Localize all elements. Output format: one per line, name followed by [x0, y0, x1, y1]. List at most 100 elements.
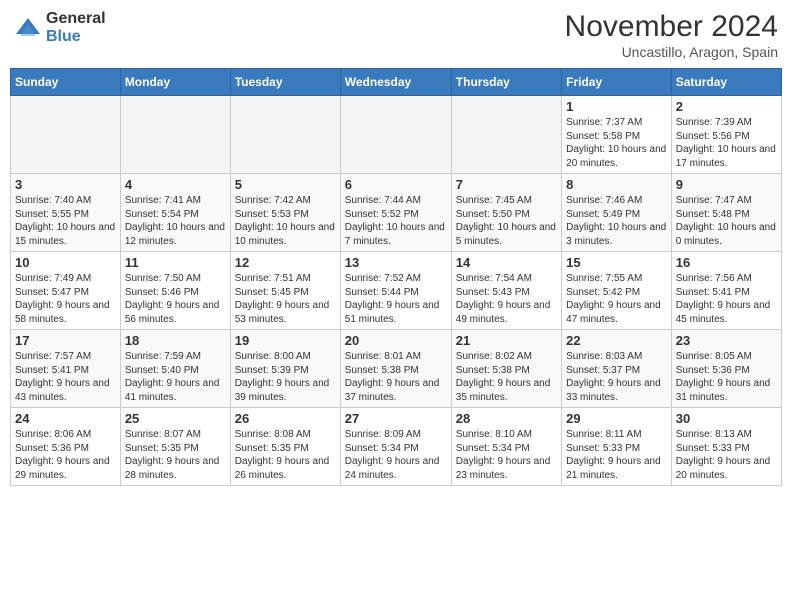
calendar-week-3: 10 Sunrise: 7:49 AM Sunset: 5:47 PM Dayli… — [11, 252, 782, 330]
day-number: 29 — [566, 411, 667, 426]
calendar-cell: 24 Sunrise: 8:06 AM Sunset: 5:36 PM Dayli… — [11, 408, 121, 486]
day-number: 28 — [456, 411, 557, 426]
day-info: Sunrise: 8:02 AM Sunset: 5:38 PM Dayligh… — [456, 350, 557, 404]
calendar-cell: 10 Sunrise: 7:49 AM Sunset: 5:47 PM Dayli… — [11, 252, 121, 330]
day-number: 18 — [125, 333, 226, 348]
day-info: Sunrise: 7:41 AM Sunset: 5:54 PM Dayligh… — [125, 194, 226, 248]
calendar-cell: 14 Sunrise: 7:54 AM Sunset: 5:43 PM Dayli… — [451, 252, 561, 330]
calendar-cell: 8Sunrise: 7:46 AM Sunset: 5:49 PM Daylig… — [562, 174, 672, 252]
day-number: 15 — [566, 255, 667, 270]
day-info: Sunrise: 8:07 AM Sunset: 5:35 PM Dayligh… — [125, 428, 226, 482]
day-number: 20 — [345, 333, 447, 348]
logo-blue: Blue — [46, 28, 106, 46]
day-info: Sunrise: 8:13 AM Sunset: 5:33 PM Dayligh… — [676, 428, 777, 482]
day-info: Sunrise: 7:52 AM Sunset: 5:44 PM Dayligh… — [345, 272, 447, 326]
weekday-header-sunday: Sunday — [11, 69, 121, 96]
calendar-cell: 4Sunrise: 7:41 AM Sunset: 5:54 PM Daylig… — [120, 174, 230, 252]
calendar-cell: 15 Sunrise: 7:55 AM Sunset: 5:42 PM Dayli… — [562, 252, 672, 330]
calendar-cell: 6Sunrise: 7:44 AM Sunset: 5:52 PM Daylig… — [340, 174, 451, 252]
day-number: 21 — [456, 333, 557, 348]
day-number: 6 — [345, 177, 447, 192]
calendar-cell — [230, 96, 340, 174]
day-info: Sunrise: 7:50 AM Sunset: 5:46 PM Dayligh… — [125, 272, 226, 326]
day-number: 12 — [235, 255, 336, 270]
calendar-week-4: 17 Sunrise: 7:57 AM Sunset: 5:41 PM Dayli… — [11, 330, 782, 408]
day-number: 24 — [15, 411, 116, 426]
weekday-header-tuesday: Tuesday — [230, 69, 340, 96]
day-info: Sunrise: 7:40 AM Sunset: 5:55 PM Dayligh… — [15, 194, 116, 248]
logo-general: General — [46, 10, 106, 28]
day-number: 22 — [566, 333, 667, 348]
calendar-cell — [340, 96, 451, 174]
logo-icon — [14, 14, 42, 42]
day-number: 25 — [125, 411, 226, 426]
weekday-header-saturday: Saturday — [671, 69, 781, 96]
weekday-header-friday: Friday — [562, 69, 672, 96]
calendar-cell: 7Sunrise: 7:45 AM Sunset: 5:50 PM Daylig… — [451, 174, 561, 252]
day-number: 9 — [676, 177, 777, 192]
day-info: Sunrise: 8:00 AM Sunset: 5:39 PM Dayligh… — [235, 350, 336, 404]
day-number: 3 — [15, 177, 116, 192]
calendar-cell: 25 Sunrise: 8:07 AM Sunset: 5:35 PM Dayli… — [120, 408, 230, 486]
day-info: Sunrise: 8:05 AM Sunset: 5:36 PM Dayligh… — [676, 350, 777, 404]
month-title: November 2024 — [565, 10, 778, 44]
calendar-cell: 5 Sunrise: 7:42 AM Sunset: 5:53 PM Daylig… — [230, 174, 340, 252]
day-number: 26 — [235, 411, 336, 426]
day-info: Sunrise: 7:51 AM Sunset: 5:45 PM Dayligh… — [235, 272, 336, 326]
calendar-cell: 1Sunrise: 7:37 AM Sunset: 5:58 PM Daylig… — [562, 96, 672, 174]
location: Uncastillo, Aragon, Spain — [565, 44, 778, 60]
day-number: 17 — [15, 333, 116, 348]
day-info: Sunrise: 7:56 AM Sunset: 5:41 PM Dayligh… — [676, 272, 777, 326]
calendar-cell — [11, 96, 121, 174]
day-number: 23 — [676, 333, 777, 348]
day-number: 27 — [345, 411, 447, 426]
day-info: Sunrise: 8:08 AM Sunset: 5:35 PM Dayligh… — [235, 428, 336, 482]
calendar-cell: 11Sunrise: 7:50 AM Sunset: 5:46 PM Dayli… — [120, 252, 230, 330]
calendar-cell: 21 Sunrise: 8:02 AM Sunset: 5:38 PM Dayli… — [451, 330, 561, 408]
calendar-header: SundayMondayTuesdayWednesdayThursdayFrid… — [11, 69, 782, 96]
day-info: Sunrise: 7:37 AM Sunset: 5:58 PM Dayligh… — [566, 116, 667, 170]
calendar-cell: 28 Sunrise: 8:10 AM Sunset: 5:34 PM Dayli… — [451, 408, 561, 486]
day-info: Sunrise: 7:57 AM Sunset: 5:41 PM Dayligh… — [15, 350, 116, 404]
weekday-header-wednesday: Wednesday — [340, 69, 451, 96]
day-number: 2 — [676, 99, 777, 114]
calendar-cell: 18 Sunrise: 7:59 AM Sunset: 5:40 PM Dayli… — [120, 330, 230, 408]
title-block: November 2024 Uncastillo, Aragon, Spain — [565, 10, 778, 60]
day-info: Sunrise: 8:11 AM Sunset: 5:33 PM Dayligh… — [566, 428, 667, 482]
page-header: General Blue November 2024 Uncastillo, A… — [10, 10, 782, 60]
day-number: 5 — [235, 177, 336, 192]
day-info: Sunrise: 7:42 AM Sunset: 5:53 PM Dayligh… — [235, 194, 336, 248]
day-info: Sunrise: 8:10 AM Sunset: 5:34 PM Dayligh… — [456, 428, 557, 482]
day-number: 10 — [15, 255, 116, 270]
calendar-cell: 30Sunrise: 8:13 AM Sunset: 5:33 PM Dayli… — [671, 408, 781, 486]
day-info: Sunrise: 7:39 AM Sunset: 5:56 PM Dayligh… — [676, 116, 777, 170]
day-info: Sunrise: 7:49 AM Sunset: 5:47 PM Dayligh… — [15, 272, 116, 326]
calendar-cell: 17 Sunrise: 7:57 AM Sunset: 5:41 PM Dayli… — [11, 330, 121, 408]
day-info: Sunrise: 7:59 AM Sunset: 5:40 PM Dayligh… — [125, 350, 226, 404]
calendar-cell: 29 Sunrise: 8:11 AM Sunset: 5:33 PM Dayli… — [562, 408, 672, 486]
day-info: Sunrise: 8:03 AM Sunset: 5:37 PM Dayligh… — [566, 350, 667, 404]
logo: General Blue — [14, 10, 106, 45]
day-info: Sunrise: 8:06 AM Sunset: 5:36 PM Dayligh… — [15, 428, 116, 482]
calendar-cell: 13 Sunrise: 7:52 AM Sunset: 5:44 PM Dayli… — [340, 252, 451, 330]
day-number: 7 — [456, 177, 557, 192]
calendar-cell: 3 Sunrise: 7:40 AM Sunset: 5:55 PM Daylig… — [11, 174, 121, 252]
day-info: Sunrise: 7:54 AM Sunset: 5:43 PM Dayligh… — [456, 272, 557, 326]
day-number: 13 — [345, 255, 447, 270]
calendar-cell: 20Sunrise: 8:01 AM Sunset: 5:38 PM Dayli… — [340, 330, 451, 408]
logo-text: General Blue — [46, 10, 106, 45]
calendar-cell: 9Sunrise: 7:47 AM Sunset: 5:48 PM Daylig… — [671, 174, 781, 252]
calendar-cell: 16Sunrise: 7:56 AM Sunset: 5:41 PM Dayli… — [671, 252, 781, 330]
calendar-cell: 26 Sunrise: 8:08 AM Sunset: 5:35 PM Dayli… — [230, 408, 340, 486]
calendar-body: 1Sunrise: 7:37 AM Sunset: 5:58 PM Daylig… — [11, 96, 782, 486]
day-number: 19 — [235, 333, 336, 348]
calendar-week-5: 24 Sunrise: 8:06 AM Sunset: 5:36 PM Dayli… — [11, 408, 782, 486]
calendar-week-2: 3 Sunrise: 7:40 AM Sunset: 5:55 PM Daylig… — [11, 174, 782, 252]
calendar-cell: 2 Sunrise: 7:39 AM Sunset: 5:56 PM Daylig… — [671, 96, 781, 174]
day-info: Sunrise: 7:55 AM Sunset: 5:42 PM Dayligh… — [566, 272, 667, 326]
day-info: Sunrise: 8:09 AM Sunset: 5:34 PM Dayligh… — [345, 428, 447, 482]
calendar-cell: 12 Sunrise: 7:51 AM Sunset: 5:45 PM Dayli… — [230, 252, 340, 330]
day-number: 14 — [456, 255, 557, 270]
calendar-cell: 19 Sunrise: 8:00 AM Sunset: 5:39 PM Dayli… — [230, 330, 340, 408]
weekday-row: SundayMondayTuesdayWednesdayThursdayFrid… — [11, 69, 782, 96]
